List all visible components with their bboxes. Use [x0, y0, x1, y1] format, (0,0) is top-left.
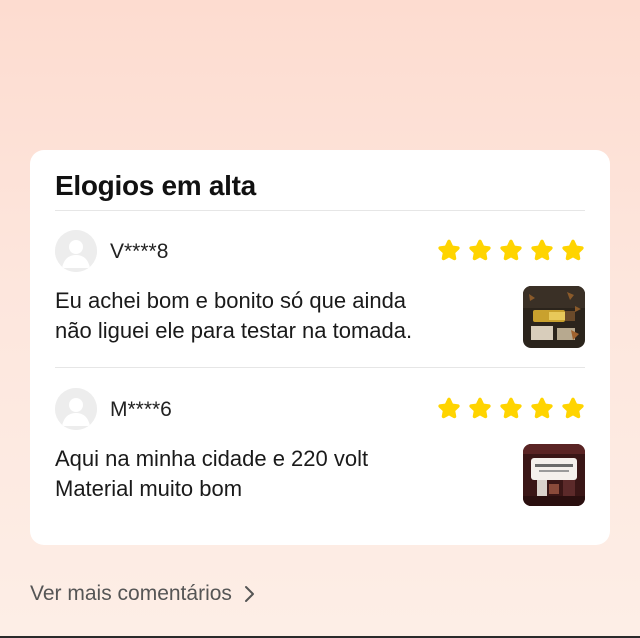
- star-icon: [500, 239, 522, 261]
- reviewer-name: V****8: [110, 240, 169, 263]
- product-photo: [523, 286, 585, 348]
- review-item: V****8 Eu achei bom e bonito só que aind…: [55, 218, 585, 368]
- see-more-label: Ver mais comentários: [30, 582, 232, 605]
- avatar: [55, 230, 97, 272]
- star-rating: [437, 396, 585, 420]
- star-icon: [500, 397, 522, 419]
- star-icon: [438, 239, 460, 261]
- star-icon: [531, 239, 553, 261]
- divider: [55, 210, 585, 211]
- review-text: Aqui na minha cidade e 220 volt Material…: [55, 446, 369, 501]
- star-icon: [531, 397, 553, 419]
- see-more-comments-link[interactable]: Ver mais comentários: [30, 582, 256, 606]
- product-photo: [523, 444, 585, 506]
- review-photo-thumbnail[interactable]: [523, 444, 585, 506]
- divider: [55, 367, 585, 368]
- avatar: [55, 388, 97, 430]
- review-text: Eu achei bom e bonito só que ainda não l…: [55, 288, 413, 343]
- reviewer-name: M****6: [110, 398, 172, 421]
- chevron-right-icon: [244, 586, 254, 602]
- default-user-icon: [55, 230, 97, 272]
- section-title: Elogios em alta: [55, 170, 256, 201]
- default-user-icon: [55, 388, 97, 430]
- review-item: M****6 Aqui na minha cidade e 220 volt M…: [55, 376, 585, 526]
- star-icon: [562, 239, 584, 261]
- star-icon: [469, 397, 491, 419]
- star-icon: [438, 397, 460, 419]
- star-icon: [469, 239, 491, 261]
- review-photo-thumbnail[interactable]: [523, 286, 585, 348]
- top-praises-card: Elogios em alta V****8 Eu achei bom e bo…: [30, 150, 610, 545]
- star-rating: [437, 238, 585, 262]
- star-icon: [562, 397, 584, 419]
